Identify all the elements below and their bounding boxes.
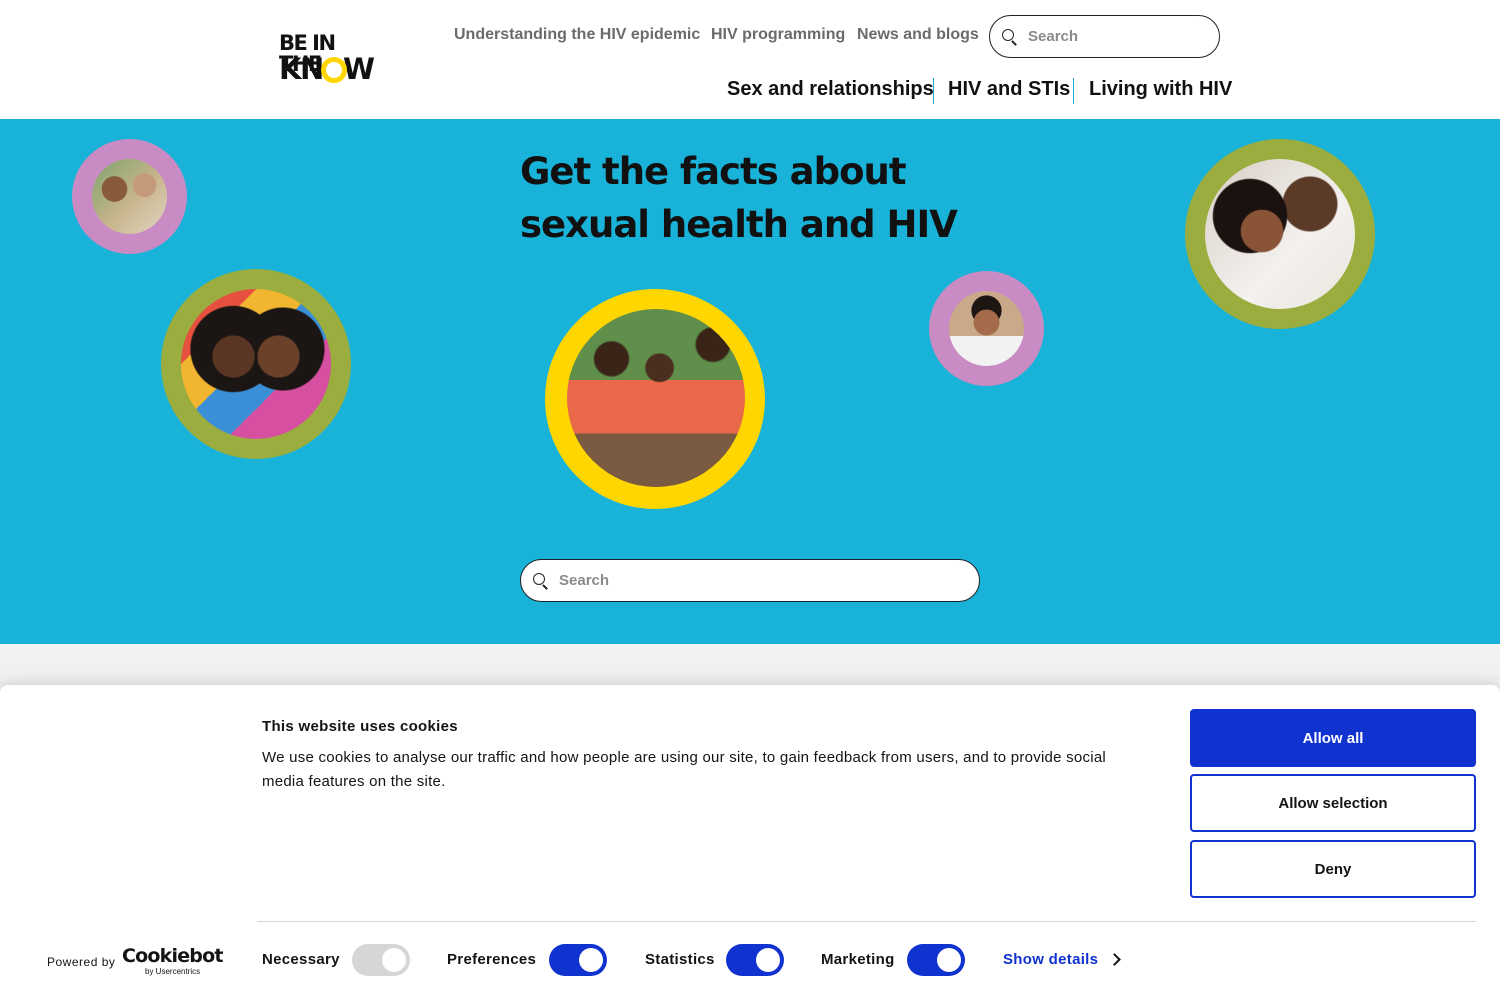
statistics-label: Statistics [645,951,715,968]
cookie-description: We use cookies to analyse our traffic an… [262,749,1106,790]
preferences-toggle[interactable] [549,944,607,976]
cookiebot-sub: by Usercentrics [145,967,201,976]
search-icon [1002,29,1018,46]
cookie-title: This website uses cookies [262,718,458,735]
nav-divider [1073,78,1074,104]
topnav-hiv-programming[interactable]: HIV programming [711,26,845,48]
topnav-news-and-blogs[interactable]: News and blogs [857,26,979,48]
topnav-understanding-hiv-epidemic[interactable]: Understanding the HIV epidemic [454,26,700,48]
cookiebot-brand: Cookiebot [122,945,223,967]
marketing-label: Marketing [821,951,895,968]
header-search-placeholder: Search [1028,28,1079,45]
necessary-label: Necessary [262,951,340,968]
show-details-link[interactable]: Show details [1003,951,1098,968]
hero-title: Get the facts about sexual health and HI… [520,150,958,246]
man-photo [949,291,1024,366]
allow-all-button[interactable]: Allow all [1190,709,1476,767]
friends-photo [181,289,331,439]
deny-button[interactable]: Deny [1190,840,1476,898]
cookie-banner: This website uses cookies We use cookies… [0,685,1500,1000]
embrace-photo [1205,159,1355,309]
chevron-right-icon[interactable] [1108,953,1121,966]
photo-ring [161,269,351,459]
hero-search-input[interactable]: Search [520,559,980,602]
nav-divider [933,78,934,104]
marketing-toggle[interactable] [907,944,965,976]
statistics-toggle[interactable] [726,944,784,976]
hero-search-placeholder: Search [559,572,610,589]
header-search-input[interactable]: Search [989,15,1220,58]
logo-o-ring-icon [321,57,347,83]
mainnav-sex-and-relationships[interactable]: Sex and relationships [727,78,934,106]
necessary-toggle[interactable] [352,944,410,976]
cookie-divider [257,921,1476,922]
mainnav-living-with-hiv[interactable]: Living with HIV [1089,78,1232,106]
mainnav-hiv-and-stis[interactable]: HIV and STIs [948,78,1070,106]
site-header: BE IN THE KN W Understanding the HIV epi… [0,0,1500,119]
photo-ring [545,289,765,509]
photo-ring [72,139,187,254]
be-in-the-know-logo[interactable]: BE IN THE KN W [279,33,375,87]
allow-selection-button[interactable]: Allow selection [1190,774,1476,832]
photo-ring [1185,139,1375,329]
couple-photo [92,159,167,234]
preferences-label: Preferences [447,951,537,968]
photo-ring [929,271,1044,386]
hero-section: Get the facts about sexual health and HI… [0,119,1500,644]
powered-by-label: Powered by [47,955,116,969]
group-photo [567,309,745,487]
search-icon [533,573,549,590]
